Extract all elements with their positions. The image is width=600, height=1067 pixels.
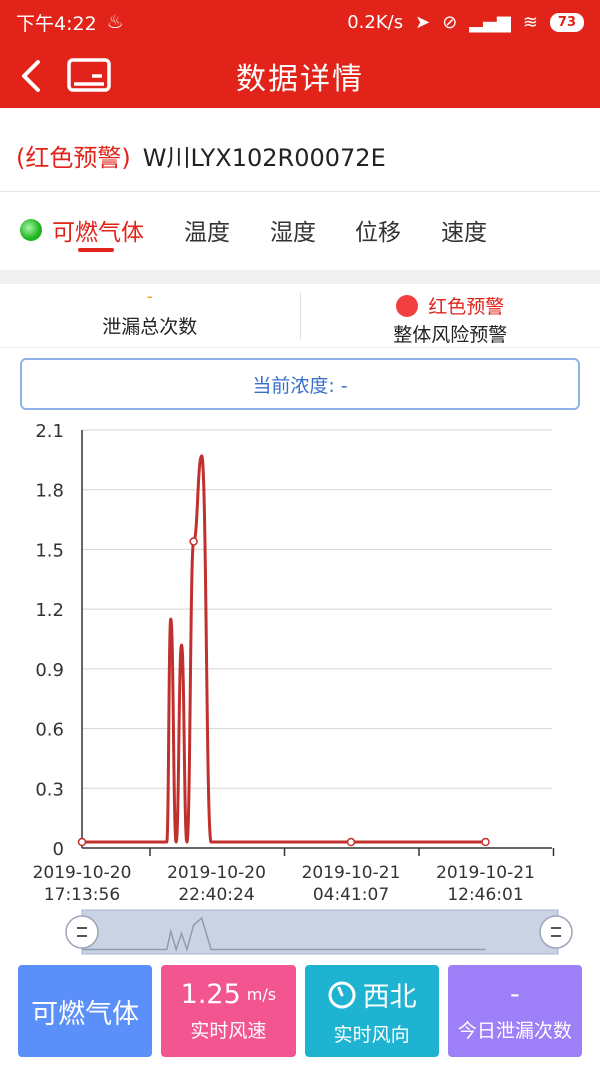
data-point bbox=[481, 837, 490, 847]
mute-icon: ⊘ bbox=[442, 11, 458, 33]
leak-today-label: 今日泄漏次数 bbox=[457, 1020, 572, 1042]
y-tick-label: 0.9 bbox=[35, 660, 64, 681]
sensor-tabs: 可燃气体 温度 湿度 位移 速度 bbox=[0, 196, 600, 264]
compass-icon bbox=[328, 981, 356, 1008]
status-time: 下午4:22 bbox=[16, 12, 97, 35]
series-line bbox=[82, 454, 486, 844]
gas-card-label: 可燃气体 bbox=[31, 998, 140, 1030]
page-title: 数据详情 bbox=[236, 62, 364, 97]
gas-chart: 00.30.60.91.21.51.82.12019-10-2017:13:56… bbox=[33, 421, 573, 955]
notification-icon: ♨ bbox=[106, 11, 124, 33]
tab-underline bbox=[78, 248, 114, 252]
wind-direction-label: 实时风向 bbox=[333, 1024, 410, 1046]
tab-label: 湿度 bbox=[270, 220, 316, 246]
y-tick-label: 0.6 bbox=[35, 720, 64, 741]
wind-direction-value: 西北 bbox=[362, 982, 417, 1013]
summary-cards: 可燃气体 1.25 m/s 实时风速 西北 实时风向 - 今日泄漏次数 bbox=[18, 965, 582, 1057]
wind-speed-card[interactable]: 1.25 m/s 实时风速 bbox=[161, 965, 296, 1057]
risk-value: 红色预警 bbox=[428, 296, 505, 318]
y-tick-label: 0 bbox=[53, 839, 64, 860]
tab-label: 温度 bbox=[184, 220, 230, 246]
x-tick-label: 2019-10-21 bbox=[436, 863, 535, 883]
leak-total-stat: - 泄漏总次数 bbox=[0, 284, 300, 347]
device-info: (红色预警) W川LYX102R00072E bbox=[0, 120, 600, 192]
wind-speed-value: 1.25 bbox=[180, 979, 241, 1010]
x-tick-label: 22:40:24 bbox=[178, 885, 254, 905]
tab-displacement[interactable]: 位移 bbox=[355, 196, 401, 264]
wind-speed-unit: m/s bbox=[246, 985, 277, 1004]
battery-icon: 73 bbox=[549, 12, 584, 32]
risk-dot-icon bbox=[396, 294, 419, 317]
zoom-handle-right[interactable] bbox=[539, 915, 573, 949]
x-tick-label: 2019-10-20 bbox=[167, 863, 266, 883]
data-point bbox=[346, 837, 356, 847]
online-indicator-icon bbox=[20, 219, 42, 241]
gas-card[interactable]: 可燃气体 bbox=[18, 965, 153, 1057]
x-tick-label: 2019-10-21 bbox=[302, 863, 401, 883]
leak-today-card[interactable]: - 今日泄漏次数 bbox=[447, 965, 582, 1057]
warning-level: (红色预警) bbox=[16, 144, 131, 172]
divider bbox=[0, 270, 600, 284]
x-tick-label: 04:41:07 bbox=[313, 885, 389, 905]
leak-today-value: - bbox=[510, 979, 520, 1010]
y-tick-label: 2.1 bbox=[35, 421, 64, 442]
y-tick-label: 1.2 bbox=[35, 600, 64, 621]
stats-panel: - 泄漏总次数 红色预警 整体风险预警 bbox=[0, 284, 600, 348]
leak-total-value: - bbox=[146, 286, 154, 307]
network-speed: 0.2K/s bbox=[347, 11, 404, 33]
tab-temperature[interactable]: 温度 bbox=[184, 196, 230, 264]
tab-label: 可燃气体 bbox=[52, 220, 144, 246]
zoom-slider-track bbox=[81, 909, 559, 955]
leak-total-label: 泄漏总次数 bbox=[102, 316, 198, 338]
risk-stat: 红色预警 整体风险预警 bbox=[299, 292, 600, 346]
tab-humidity[interactable]: 湿度 bbox=[270, 196, 316, 264]
zoom-handle-left[interactable] bbox=[65, 915, 99, 949]
signal-icon: ▂▄▆ bbox=[469, 11, 511, 33]
wind-direction-card[interactable]: 西北 实时风向 bbox=[304, 965, 439, 1057]
tab-label: 位移 bbox=[355, 220, 401, 246]
y-tick-label: 0.3 bbox=[35, 779, 64, 800]
tab-gas[interactable]: 可燃气体 bbox=[20, 196, 144, 264]
y-tick-label: 1.5 bbox=[35, 540, 64, 561]
data-point bbox=[189, 537, 198, 546]
title-bar: 数据详情 bbox=[0, 44, 600, 108]
current-concentration: 当前浓度: - bbox=[20, 358, 580, 410]
wifi-icon: ≋ bbox=[522, 11, 538, 33]
status-bar: 下午4:22 ♨ 0.2K/s ➤ ⊘ ▂▄▆ ≋ 73 bbox=[0, 0, 600, 44]
x-tick-label: 17:13:56 bbox=[44, 885, 120, 905]
location-icon: ➤ bbox=[415, 11, 431, 33]
risk-label: 整体风险预警 bbox=[393, 324, 508, 346]
x-tick-label: 12:46:01 bbox=[447, 885, 523, 905]
y-tick-label: 1.8 bbox=[35, 481, 64, 502]
tab-label: 速度 bbox=[441, 220, 487, 246]
device-id: W川LYX102R00072E bbox=[142, 144, 386, 172]
wind-speed-label: 实时风速 bbox=[190, 1020, 267, 1042]
x-tick-label: 2019-10-20 bbox=[33, 863, 132, 883]
data-point bbox=[77, 837, 87, 847]
tab-speed[interactable]: 速度 bbox=[441, 196, 487, 264]
